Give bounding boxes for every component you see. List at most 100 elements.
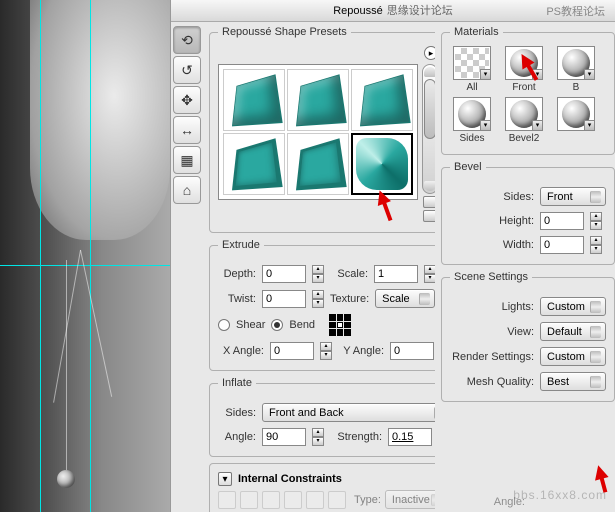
internal-legend: Internal Constraints	[238, 473, 342, 485]
repousse-panel: Repoussé 思缘设计论坛 ⟲ ↺ ✥ ↔ ▦ ⌂ Repoussé Sha…	[170, 0, 615, 512]
inflate-strength-label: Strength:	[330, 431, 382, 443]
xangle-label: X Angle:	[218, 345, 264, 357]
inflate-strength-input[interactable]: 0.15	[388, 428, 432, 446]
render-select[interactable]: Custom	[540, 347, 606, 366]
material-extra-swatch[interactable]: ▾	[557, 97, 595, 131]
depth-label: Depth:	[218, 268, 256, 280]
inflate-angle-spinner[interactable]: ▴▾	[312, 428, 324, 446]
preset-bevel-1[interactable]	[223, 133, 285, 195]
bevel-width-input[interactable]: 0	[540, 236, 584, 254]
guide-horizontal	[0, 265, 170, 266]
tool-rotate[interactable]: ⟲	[173, 26, 201, 54]
bevel-height-spinner[interactable]: ▴▾	[590, 212, 602, 230]
scale-label: Scale:	[330, 268, 368, 280]
bevel-group: Bevel Sides: Front Height: 0 ▴▾ Width: 0…	[441, 161, 615, 265]
view-select[interactable]: Default	[540, 322, 606, 341]
extrude-group: Extrude Depth: 0 ▴▾ Scale: 1 ▴▾ Twist: 0…	[209, 239, 435, 371]
inflate-angle-label: Angle:	[218, 431, 256, 443]
internal-constraints-group: ▾ Internal Constraints Type: Inactive	[209, 463, 435, 512]
materials-group: Materials ▾ All ▾ Front ▾ B ▾	[441, 26, 615, 155]
title-overlay: 思缘设计论坛	[387, 0, 453, 22]
material-b-label: B	[573, 82, 580, 93]
xangle-spinner[interactable]: ▴▾	[320, 342, 332, 360]
preset-up-button[interactable]	[423, 196, 435, 208]
constraint-icon	[306, 491, 324, 509]
material-all-label: All	[466, 82, 477, 93]
pendulum-string	[66, 260, 67, 475]
inflate-group: Inflate Sides: Front and Back Angle: 90 …	[209, 377, 435, 457]
render-label: Render Settings:	[450, 351, 534, 363]
preset-scrollbar[interactable]	[422, 64, 435, 194]
mesh-label: Mesh Quality:	[450, 376, 534, 388]
shear-radio[interactable]	[218, 319, 230, 331]
view-label: View:	[450, 326, 534, 338]
preset-cube-3[interactable]	[351, 69, 413, 131]
twist-input[interactable]: 0	[262, 290, 306, 308]
scale-input[interactable]: 1	[374, 265, 418, 283]
preset-cube-2[interactable]	[287, 69, 349, 131]
tool-pan[interactable]: ✥	[173, 86, 201, 114]
presets-legend: Repoussé Shape Presets	[218, 26, 351, 38]
material-b-swatch[interactable]: ▾	[557, 46, 595, 80]
shape-presets-group: Repoussé Shape Presets ▸	[209, 26, 435, 233]
constraint-icon	[218, 491, 236, 509]
bend-radio[interactable]	[271, 319, 283, 331]
inflate-sides-select[interactable]: Front and Back	[262, 403, 435, 422]
scale-spinner[interactable]: ▴▾	[424, 265, 435, 283]
preset-cube-1[interactable]	[223, 69, 285, 131]
internal-type-select[interactable]: Inactive	[385, 490, 435, 509]
extrude-legend: Extrude	[218, 239, 264, 251]
tool-scale[interactable]: ▦	[173, 146, 201, 174]
material-front-label: Front	[512, 82, 535, 93]
mesh-select[interactable]: Best	[540, 372, 606, 391]
texture-select[interactable]: Scale	[375, 289, 435, 308]
bevel-sides-label: Sides:	[450, 191, 534, 203]
preset-puff[interactable]	[351, 133, 413, 195]
origin-widget[interactable]	[329, 314, 351, 336]
lights-select[interactable]: Custom	[540, 297, 606, 316]
inflate-angle-input[interactable]: 90	[262, 428, 306, 446]
bevel-height-input[interactable]: 0	[540, 212, 584, 230]
guide-vertical	[90, 0, 91, 512]
yangle-input[interactable]: 0	[390, 342, 434, 360]
scene-settings-group: Scene Settings Lights: Custom View: Defa…	[441, 271, 615, 402]
tool-home[interactable]: ⌂	[173, 176, 201, 204]
material-front-swatch[interactable]: ▾	[505, 46, 543, 80]
xangle-input[interactable]: 0	[270, 342, 314, 360]
material-bevel2-swatch[interactable]: ▾	[505, 97, 543, 131]
twist-label: Twist:	[218, 293, 256, 305]
wireframe-line	[80, 250, 112, 397]
material-sides-label: Sides	[459, 133, 484, 144]
bevel-height-label: Height:	[450, 215, 534, 227]
tool-column: ⟲ ↺ ✥ ↔ ▦ ⌂	[171, 22, 203, 512]
bend-label: Bend	[289, 319, 315, 331]
bevel-sides-select[interactable]: Front	[540, 187, 606, 206]
presets-flyout-button[interactable]: ▸	[424, 46, 435, 60]
tool-roll[interactable]: ↺	[173, 56, 201, 84]
material-sides-swatch[interactable]: ▾	[453, 97, 491, 131]
lights-label: Lights:	[450, 301, 534, 313]
viewport-3d	[0, 0, 170, 512]
twist-spinner[interactable]: ▴▾	[312, 290, 324, 308]
scene-legend: Scene Settings	[450, 271, 532, 283]
preset-bevel-2[interactable]	[287, 133, 349, 195]
constraint-icon	[284, 491, 302, 509]
window-title: Repoussé	[333, 0, 383, 22]
depth-input[interactable]: 0	[262, 265, 306, 283]
wireframe-line	[53, 250, 81, 403]
depth-spinner[interactable]: ▴▾	[312, 265, 324, 283]
constraint-icon	[328, 491, 346, 509]
materials-legend: Materials	[450, 26, 503, 38]
bevel-width-spinner[interactable]: ▴▾	[590, 236, 602, 254]
preset-down-button[interactable]	[423, 210, 435, 222]
internal-type-label: Type:	[354, 494, 381, 506]
material-bevel2-label: Bevel2	[509, 133, 540, 144]
yangle-label: Y Angle:	[338, 345, 384, 357]
disclosure-button[interactable]: ▾	[218, 472, 232, 486]
watermark-bottom: bbs.16xx8.com	[513, 488, 607, 502]
watermark-top: PS教程论坛	[546, 3, 605, 19]
material-all-swatch[interactable]: ▾	[453, 46, 491, 80]
shear-label: Shear	[236, 319, 265, 331]
constraint-icon	[240, 491, 258, 509]
tool-slide[interactable]: ↔	[173, 116, 201, 144]
